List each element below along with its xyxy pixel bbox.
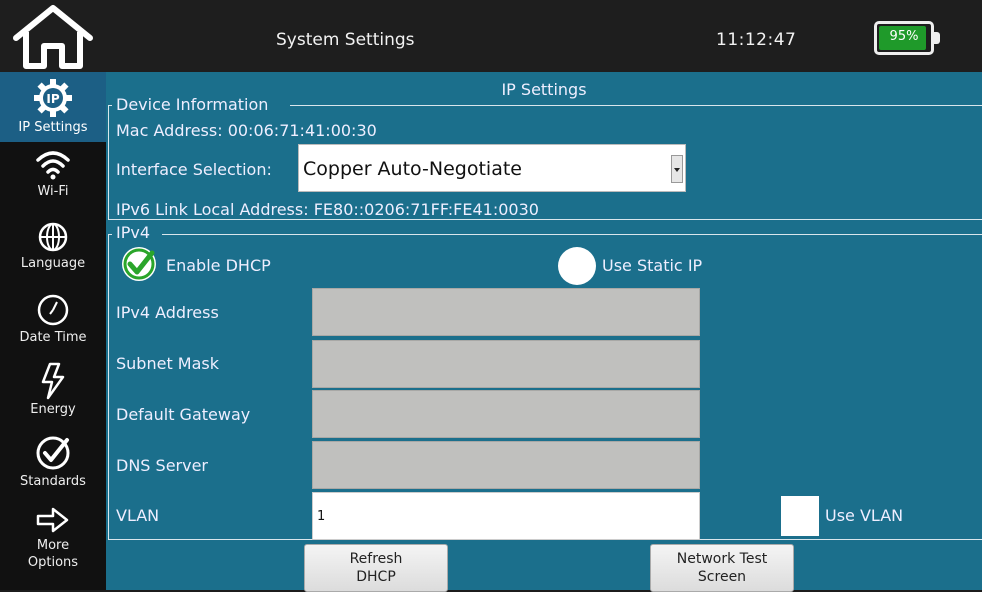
network-test-label-line1: Network Test xyxy=(676,551,768,567)
dns-server-field[interactable] xyxy=(312,441,700,489)
frame-line xyxy=(290,105,982,106)
sidebar-item-label: Wi-Fi xyxy=(37,184,69,199)
sidebar: IP IP Settings Wi-Fi Language Date Time xyxy=(0,72,106,590)
globe-icon xyxy=(38,222,68,252)
sidebar-item-date-time[interactable]: Date Time xyxy=(0,286,106,356)
sidebar-item-label: Energy xyxy=(30,402,76,417)
wifi-icon xyxy=(36,151,70,180)
frame-line xyxy=(108,105,109,220)
ipv4-legend: IPv4 xyxy=(114,223,153,242)
subnet-mask-label: Subnet Mask xyxy=(116,354,220,373)
frame-line xyxy=(108,234,109,539)
use-static-ip-radio[interactable] xyxy=(558,247,596,285)
sidebar-item-more-options[interactable]: More Options xyxy=(0,500,106,590)
enable-dhcp-label: Enable DHCP xyxy=(166,256,271,275)
refresh-dhcp-label-line1: Refresh xyxy=(349,551,403,567)
arrow-right-icon xyxy=(36,507,69,533)
check-circle-icon xyxy=(36,436,70,470)
home-button[interactable] xyxy=(10,4,96,70)
sidebar-item-label: Date Time xyxy=(19,330,87,345)
use-vlan-label: Use VLAN xyxy=(825,506,904,525)
screen-title: System Settings xyxy=(276,30,415,50)
default-gateway-label: Default Gateway xyxy=(116,405,251,424)
device-information-legend: Device Information xyxy=(114,95,271,114)
sidebar-item-label-line2: Options xyxy=(27,555,79,570)
sidebar-item-label: Language xyxy=(20,256,86,271)
enable-dhcp-checkbox[interactable] xyxy=(120,245,158,283)
vlan-label: VLAN xyxy=(116,506,160,525)
chevron-down-icon[interactable] xyxy=(671,155,683,183)
refresh-dhcp-button[interactable]: Refresh DHCP xyxy=(304,544,448,592)
network-test-screen-button[interactable]: Network Test Screen xyxy=(650,544,794,592)
subnet-mask-field[interactable] xyxy=(312,340,700,388)
vlan-value: 1 xyxy=(317,509,326,524)
interface-selection-label: Interface Selection: xyxy=(116,160,272,179)
lightning-icon xyxy=(41,362,65,400)
ip-gear-icon: IP xyxy=(34,79,72,117)
vlan-field[interactable]: 1 xyxy=(312,492,700,540)
default-gateway-field[interactable] xyxy=(312,390,700,438)
sidebar-item-ip-settings[interactable]: IP IP Settings xyxy=(0,72,106,142)
dns-server-label: DNS Server xyxy=(116,456,208,475)
sidebar-item-label-line1: More xyxy=(36,538,70,553)
sidebar-item-wifi[interactable]: Wi-Fi xyxy=(0,142,106,212)
sidebar-item-label: IP Settings xyxy=(18,120,88,135)
home-icon xyxy=(13,5,93,69)
interface-selection-value: Copper Auto-Negotiate xyxy=(303,158,522,180)
sidebar-item-language[interactable]: Language xyxy=(0,214,106,284)
clock: 11:12:47 xyxy=(716,30,797,50)
ip-settings-panel: IP Settings Device Information Mac Addre… xyxy=(106,72,982,592)
clock-icon xyxy=(37,294,69,326)
ipv4-address-field[interactable] xyxy=(312,288,700,336)
battery-cap xyxy=(934,32,940,44)
mac-address: Mac Address: 00:06:71:41:00:30 xyxy=(116,121,377,140)
ipv6-link-local-address: IPv6 Link Local Address: FE80::0206:71FF… xyxy=(116,200,539,219)
use-static-ip-label: Use Static IP xyxy=(602,256,703,275)
battery-indicator: 95% xyxy=(874,21,940,55)
svg-text:IP: IP xyxy=(46,92,59,106)
interface-selection-dropdown[interactable]: Copper Auto-Negotiate xyxy=(298,144,686,192)
frame-line xyxy=(162,234,982,235)
use-vlan-checkbox[interactable] xyxy=(781,496,819,536)
battery-percent: 95% xyxy=(889,29,919,44)
sidebar-item-energy[interactable]: Energy xyxy=(0,356,106,426)
ipv4-address-label: IPv4 Address xyxy=(116,303,219,322)
sidebar-item-label: Standards xyxy=(20,474,86,489)
top-bar: System Settings 11:12:47 95% xyxy=(0,0,982,72)
network-test-label-line2: Screen xyxy=(697,569,747,585)
refresh-dhcp-label-line2: DHCP xyxy=(356,569,396,585)
sidebar-item-standards[interactable]: Standards xyxy=(0,428,106,498)
frame-divider xyxy=(108,219,982,220)
